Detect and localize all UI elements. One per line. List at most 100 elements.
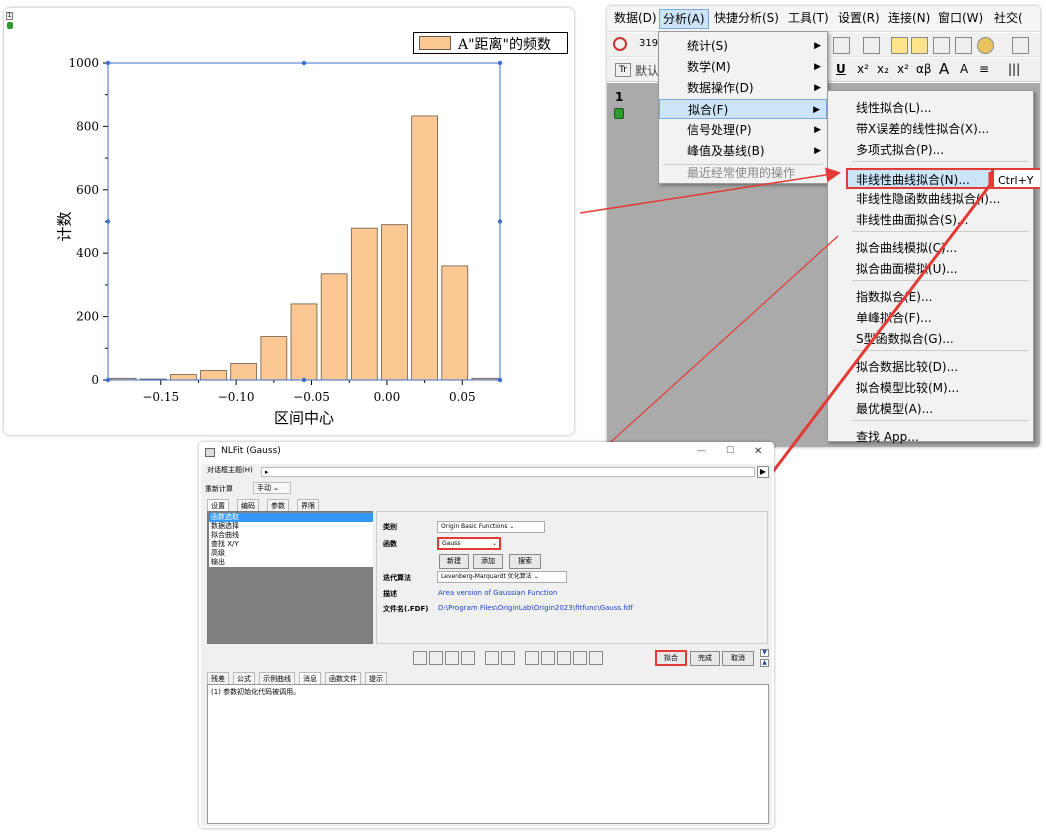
zoom-icon[interactable] (891, 37, 908, 54)
fit-plot-icon[interactable] (573, 651, 587, 665)
font-icon[interactable]: Tr (615, 63, 631, 77)
theme-dropdown[interactable]: ▸ (261, 467, 755, 477)
fit-menu-item-11[interactable]: 拟合数据比较(D)... (828, 357, 1033, 378)
histogram-bar[interactable] (260, 336, 288, 381)
fit-menu-item-1[interactable]: 带X误差的线性拟合(X)... (828, 119, 1033, 140)
fit-menu-item-2[interactable]: 多项式拟合(P)... (828, 140, 1033, 161)
table-icon[interactable] (933, 37, 950, 54)
undo-fit-icon[interactable] (525, 651, 539, 665)
bottom-tab-1[interactable]: 公式 (233, 672, 255, 684)
graph-tool-icon[interactable] (833, 37, 850, 54)
fit-one-iter-icon[interactable] (413, 651, 427, 665)
font-name-field[interactable]: 默认 (635, 62, 659, 79)
add-function-button[interactable]: 添加 (473, 554, 503, 569)
menubar-item-1[interactable]: 分析(A) (659, 9, 709, 29)
fit-menu-item-4[interactable]: 非线性隐函数曲线拟合(I)... (828, 189, 1033, 210)
analysis-menu-item-5[interactable]: 峰值及基线(B) ▶ (659, 141, 827, 161)
fit-menu-item-10[interactable]: S型函数拟合(G)... (828, 329, 1033, 350)
analysis-menu-item-0[interactable]: 统计(S) ▶ (659, 36, 827, 56)
y-axis-title[interactable]: 计数 (54, 207, 75, 247)
file-path-link[interactable]: D:\Program Files\OriginLab\Origin2023\fi… (438, 604, 633, 612)
chi-square-icon[interactable] (557, 651, 571, 665)
theme-next-icon[interactable]: ▶ (757, 466, 769, 478)
histogram-bar[interactable] (381, 224, 408, 381)
settings-list-item-2[interactable]: 拟合曲线 (209, 531, 373, 540)
bottom-tab-0[interactable]: 残差 (207, 672, 229, 684)
bottom-tab-3[interactable]: 消息 (299, 672, 321, 684)
decrease-font-icon[interactable]: A (960, 62, 968, 76)
residual-plot-icon[interactable] (589, 651, 603, 665)
tree-icon[interactable] (863, 37, 880, 54)
resize-handle[interactable] (105, 377, 111, 383)
fit-menu-item-0[interactable]: 线性拟合(L)... (828, 98, 1033, 119)
category-dropdown[interactable]: Origin Basic Functions ⌄ (437, 521, 545, 533)
settings-list-item-3[interactable]: 查找 X/Y (209, 540, 373, 549)
resize-handle[interactable] (301, 60, 307, 66)
dialog-tab-1[interactable]: 编码 (237, 499, 259, 511)
new-function-button[interactable]: 新建 (439, 554, 469, 569)
analysis-menu-item-2[interactable]: 数据操作(D) ▶ (659, 78, 827, 98)
histogram-bar[interactable] (170, 374, 197, 381)
supsub-icon[interactable]: x² (897, 62, 909, 76)
resize-handle[interactable] (301, 377, 307, 383)
column-icon[interactable]: ||| (1008, 62, 1020, 76)
settings-list-item-1[interactable]: 数据选择 (209, 522, 373, 531)
resize-handle[interactable] (105, 219, 111, 224)
fit-menu-item-3[interactable]: 非线性曲线拟合(N)... Ctrl+Y (846, 168, 1040, 189)
resize-handle[interactable] (105, 60, 111, 66)
superscript-icon[interactable]: x² (857, 62, 869, 76)
subscript-icon[interactable]: x₂ (877, 62, 889, 76)
dialog-tab-3[interactable]: 界限 (297, 499, 319, 511)
fit-menu-item-14[interactable]: 查找 App... (828, 427, 1033, 447)
function-dropdown[interactable]: Gauss ⌄ (437, 537, 501, 550)
histogram-bar[interactable] (411, 115, 438, 381)
menubar-item-5[interactable]: 连接(N) (885, 9, 933, 29)
bottom-tab-2[interactable]: 示例曲线 (259, 672, 295, 684)
resize-handle[interactable] (497, 377, 503, 383)
search-function-button[interactable]: 搜索 (509, 554, 541, 569)
save-icon[interactable] (461, 651, 475, 665)
done-button[interactable]: 完成 (690, 651, 720, 666)
expand-down-icon[interactable]: ▲ (760, 659, 769, 667)
add-layer-icon[interactable] (1012, 37, 1029, 54)
histogram-bar[interactable] (230, 363, 258, 381)
histogram-bar[interactable] (350, 227, 378, 381)
find-peaks-icon[interactable] (501, 651, 515, 665)
recalc-dropdown[interactable]: 手动 ⌄ (253, 482, 291, 494)
histogram-bar[interactable] (290, 303, 318, 381)
fit-menu-item-12[interactable]: 拟合模型比较(M)... (828, 378, 1033, 399)
histogram-bar[interactable] (200, 370, 227, 381)
bottom-tab-4[interactable]: 函数文件 (325, 672, 361, 684)
menubar-item-4[interactable]: 设置(R) (835, 9, 883, 29)
fit-menu-item-6[interactable]: 拟合曲线模拟(C)... (828, 238, 1033, 259)
menubar-item-0[interactable]: 数据(D) (611, 9, 660, 29)
analysis-menu-item-1[interactable]: 数学(M) ▶ (659, 57, 827, 77)
settings-list-item-5[interactable]: 输出 (209, 558, 373, 567)
fit-menu-item-7[interactable]: 拟合曲面模拟(U)... (828, 259, 1033, 280)
dialog-tab-0[interactable]: 设置 (207, 499, 229, 511)
analysis-menu-item-4[interactable]: 信号处理(P) ▶ (659, 120, 827, 140)
underline-icon[interactable]: U (836, 62, 846, 76)
fit-button[interactable]: 拟合 (655, 650, 687, 666)
fit-menu-item-5[interactable]: 非线性曲面拟合(S)... (828, 210, 1033, 231)
redo-fit-icon[interactable] (541, 651, 555, 665)
menubar-item-3[interactable]: 工具(T) (785, 9, 832, 29)
x-axis-title[interactable]: 区间中心 (254, 407, 354, 428)
increase-font-icon[interactable]: A (939, 60, 949, 78)
undo-icon[interactable] (613, 37, 627, 51)
greek-icon[interactable]: αβ (916, 62, 932, 76)
resize-handle[interactable] (497, 219, 503, 224)
baseline-icon[interactable] (485, 651, 499, 665)
chart-icon[interactable] (955, 37, 972, 54)
settings-icon[interactable] (977, 37, 994, 54)
fit-menu-item-8[interactable]: 指数拟合(E)... (828, 287, 1033, 308)
menubar-item-2[interactable]: 快捷分析(S) (711, 9, 782, 29)
fit-menu-item-13[interactable]: 最优模型(A)... (828, 399, 1033, 420)
zoom-region-icon[interactable] (911, 37, 928, 54)
histogram-bar[interactable] (320, 273, 348, 381)
close-icon[interactable]: ✕ (754, 446, 762, 457)
menubar-item-6[interactable]: 窗口(W) (935, 9, 986, 29)
init-params-icon[interactable] (445, 651, 459, 665)
algorithm-dropdown[interactable]: Levenberg-Marquardt 优化算法 ⌄ (437, 571, 567, 583)
message-area[interactable]: (1) 参数初始化代码被调用。 (207, 684, 769, 824)
